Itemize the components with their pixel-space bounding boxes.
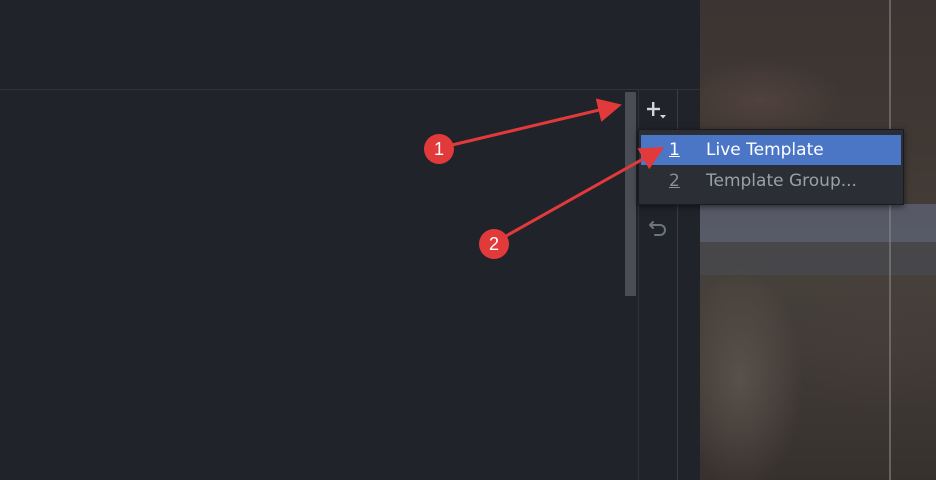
- background-divider-line: [889, 0, 891, 480]
- background-highlight-band: [700, 204, 936, 242]
- annotation-badge-1: 1: [424, 134, 454, 164]
- background-band: [700, 242, 936, 275]
- annotation-badge-2: 2: [479, 229, 509, 259]
- add-button[interactable]: [647, 99, 669, 121]
- scrollbar-thumb[interactable]: [625, 92, 636, 296]
- undo-icon: [649, 221, 666, 236]
- top-panel: [0, 0, 700, 90]
- templates-list-area[interactable]: [0, 90, 622, 480]
- menu-item-mnemonic: 1: [669, 140, 680, 160]
- plus-with-dropdown-icon: [647, 102, 666, 119]
- revert-button[interactable]: [647, 216, 669, 238]
- menu-item-label: Live Template: [706, 140, 824, 160]
- menu-item-mnemonic: 2: [669, 171, 680, 191]
- menu-item-live-template[interactable]: 1 Live Template: [641, 135, 901, 165]
- menu-item-template-group[interactable]: 2 Template Group...: [641, 166, 901, 196]
- menu-item-label: Template Group...: [706, 171, 857, 191]
- add-popup-menu: 1 Live Template 2 Template Group...: [638, 129, 904, 205]
